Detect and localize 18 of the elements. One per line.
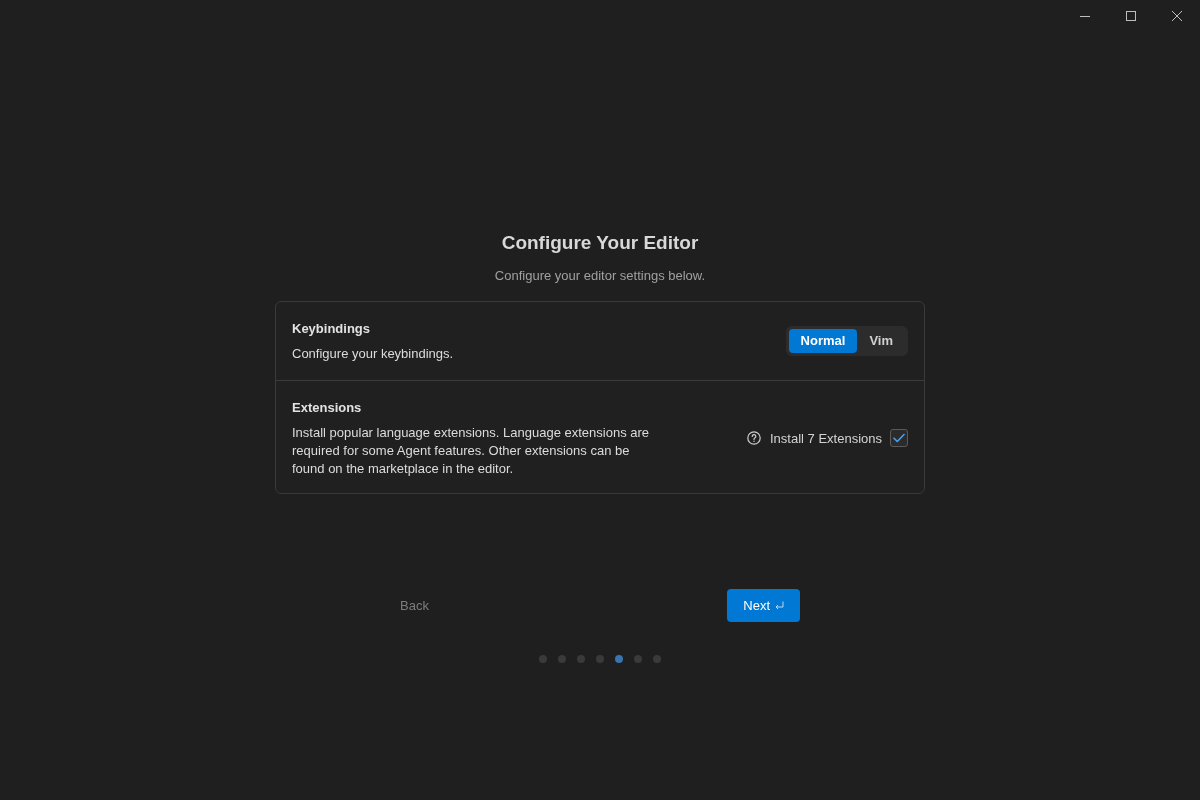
page-title: Configure Your Editor: [501, 231, 699, 255]
segment-option[interactable]: Vim: [857, 329, 905, 353]
setting-description: Install popular language extensions. Language extensions are required for some Agent features. Other extensions can be found on the marketplace in the editor.: [292, 424, 651, 478]
next-button[interactable]: Next: [727, 589, 800, 622]
setting-description: Configure your keybindings.: [292, 345, 455, 363]
checkmark-icon: [893, 433, 905, 444]
checkbox[interactable]: [890, 429, 908, 448]
checkbox-label: Install 7 Extensions: [770, 429, 882, 448]
segment-option[interactable]: Normal: [788, 329, 858, 353]
maximize-icon[interactable]: [1126, 11, 1136, 21]
page-subtitle: Configure your editor settings below.: [494, 267, 706, 285]
back-button[interactable]: Back: [400, 597, 429, 614]
help-icon[interactable]: [747, 431, 761, 446]
setting-heading: Extensions: [292, 399, 363, 417]
close-icon[interactable]: [1172, 11, 1182, 21]
return-key-icon: [775, 601, 784, 610]
minimize-icon[interactable]: [1080, 15, 1090, 17]
setting-heading: Keybindings: [292, 320, 371, 338]
